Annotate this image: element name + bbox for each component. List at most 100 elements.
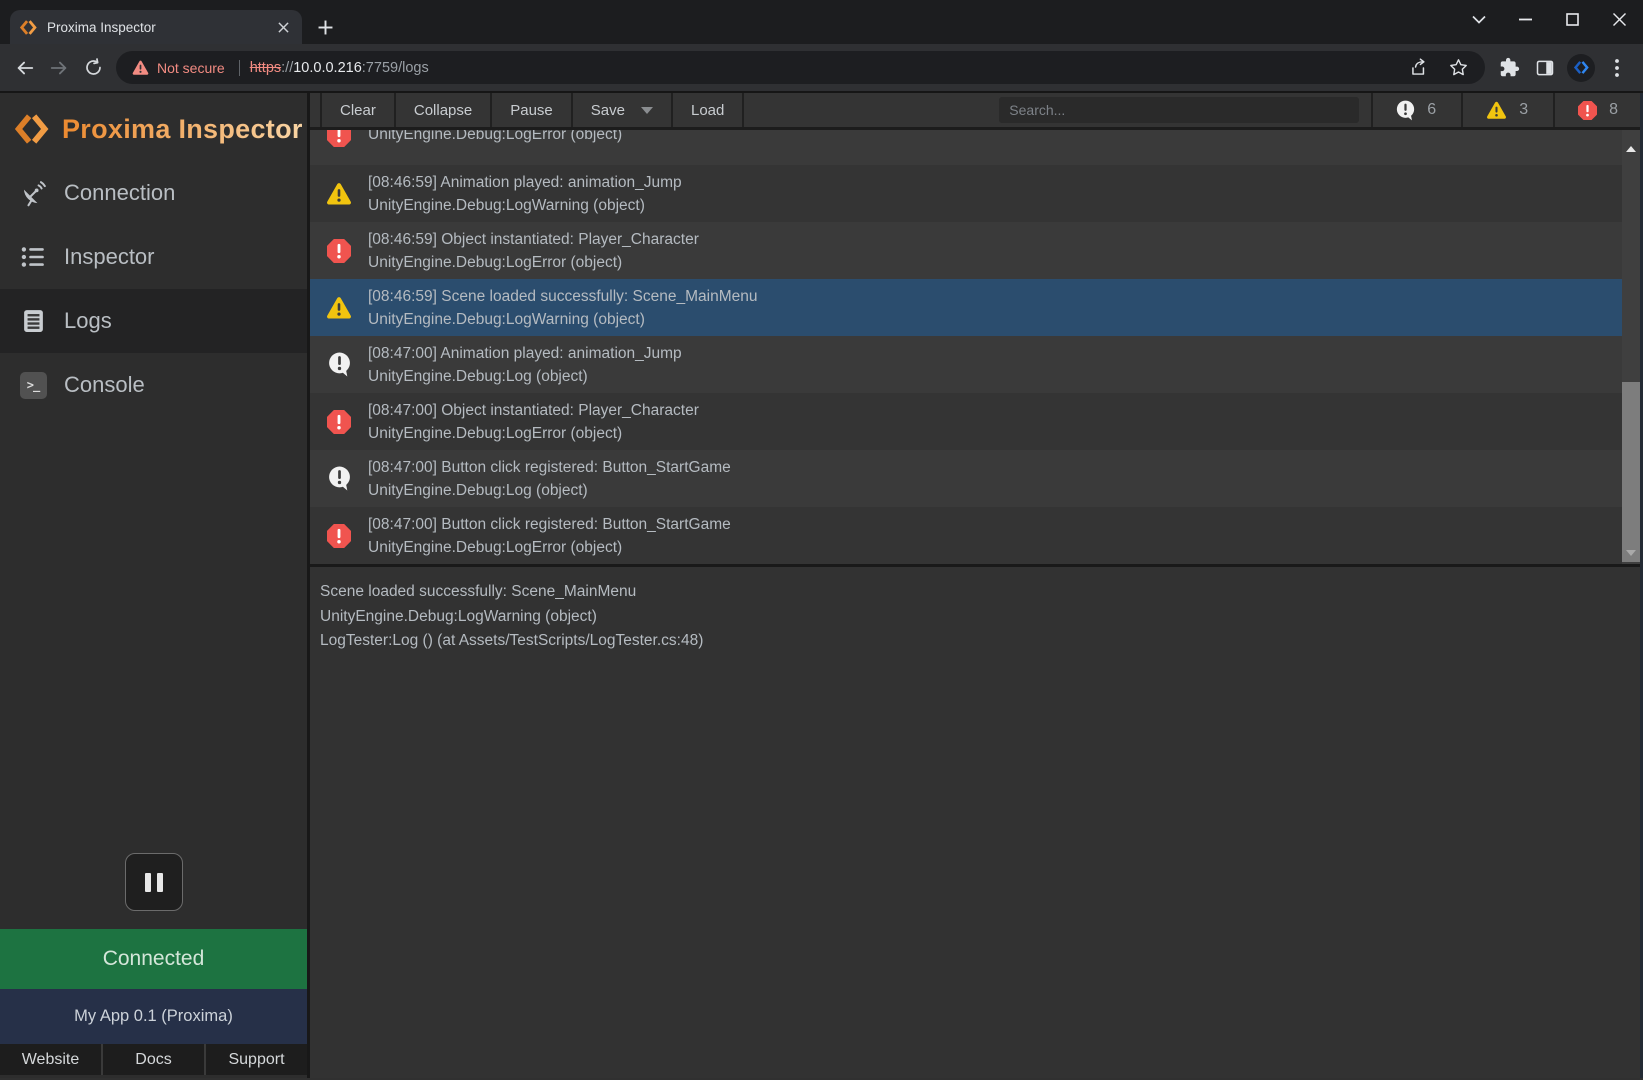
log-stacktrace: UnityEngine.Debug:Log (object) (368, 365, 682, 388)
log-row[interactable]: [08:47:00] Button click registered: Butt… (310, 507, 1622, 564)
scrollbar[interactable] (1622, 130, 1640, 564)
log-row[interactable]: [08:47:00] Button click registered: Butt… (310, 450, 1622, 507)
window-minimize-button[interactable] (1502, 0, 1549, 38)
new-tab-button[interactable] (310, 12, 340, 42)
app-info-badge: My App 0.1 (Proxima) (0, 989, 307, 1044)
app-logo: Proxima Inspector (0, 93, 307, 161)
log-stacktrace: UnityEngine.Debug:LogError (object) (368, 536, 731, 559)
tab-close-icon[interactable] (274, 18, 292, 36)
detail-line: Scene loaded successfully: Scene_MainMen… (320, 580, 1623, 605)
window-close-button[interactable] (1596, 0, 1643, 38)
info-icon (310, 352, 368, 377)
footer-link-support[interactable]: Support (204, 1044, 307, 1075)
log-row[interactable]: [08:46:59] Scene loaded successfully: Sc… (310, 279, 1622, 336)
sidebar-item-label: Logs (64, 308, 112, 334)
log-stacktrace: UnityEngine.Debug:LogWarning (object) (368, 194, 682, 217)
document-icon (18, 308, 48, 334)
bookmark-star-icon[interactable] (1448, 57, 1469, 78)
extensions-puzzle-icon[interactable] (1495, 54, 1523, 82)
back-button[interactable] (8, 51, 42, 85)
sidebar-item-logs[interactable]: Logs (0, 289, 307, 353)
info-count-badge[interactable]: 6 (1371, 93, 1461, 127)
log-stacktrace: UnityEngine.Debug:LogError (object) (368, 422, 699, 445)
log-row[interactable]: [08:47:00] Object instantiated: Player_C… (310, 393, 1622, 450)
error-count-badge[interactable]: 8 (1553, 93, 1643, 127)
sidebar-footer: Website Docs Support (0, 1044, 307, 1075)
log-message: [08:47:00] Animation played: animation_J… (368, 342, 682, 365)
warning-count: 3 (1519, 101, 1528, 119)
log-stacktrace: UnityEngine.Debug:LogWarning (object) (368, 308, 757, 331)
app-title: Proxima Inspector (62, 114, 303, 145)
warning-count-badge[interactable]: 3 (1461, 93, 1553, 127)
log-message: [08:46:59] Animation played: animation_J… (368, 171, 682, 194)
sidebar-item-label: Inspector (64, 244, 155, 270)
error-count: 8 (1609, 101, 1618, 119)
error-icon (310, 130, 368, 147)
load-button[interactable]: Load (671, 93, 744, 127)
error-icon (310, 410, 368, 434)
scrollbar-thumb[interactable] (1622, 382, 1640, 562)
sidebar-item-connection[interactable]: Connection (0, 161, 307, 225)
not-secure-warning-icon (132, 60, 149, 75)
log-message: [08:46:59] Scene loaded successfully: Sc… (368, 285, 757, 308)
log-row[interactable]: [08:46:59] Object instantiated: Player_C… (310, 222, 1622, 279)
pause-icon (145, 873, 151, 892)
warning-icon (310, 296, 368, 319)
sidebar-item-label: Connection (64, 180, 175, 206)
info-icon (310, 466, 368, 491)
error-icon (310, 239, 368, 263)
url-bar[interactable]: Not secure https://10.0.0.216:7759/logs (116, 51, 1485, 84)
info-count: 6 (1427, 101, 1436, 119)
clear-button[interactable]: Clear (320, 93, 394, 127)
log-row[interactable]: [08:47:00] Animation played: animation_J… (310, 336, 1622, 393)
pause-connection-button[interactable] (125, 853, 183, 911)
omnibox-divider (239, 60, 240, 76)
window-maximize-button[interactable] (1549, 0, 1596, 38)
log-list: UnityEngine.Debug:LogError (object) (310, 130, 1622, 564)
logs-toolbar: Clear Collapse Pause Save Load 6 (310, 93, 1643, 130)
sidebar-item-inspector[interactable]: Inspector (0, 225, 307, 289)
log-stacktrace: UnityEngine.Debug:LogError (object) (368, 130, 622, 146)
forward-button[interactable] (42, 51, 76, 85)
not-secure-label: Not secure (157, 60, 225, 76)
footer-link-website[interactable]: Website (0, 1044, 101, 1075)
proxima-favicon-icon (20, 19, 37, 36)
log-stacktrace: UnityEngine.Debug:LogError (object) (368, 251, 699, 274)
share-icon[interactable] (1409, 57, 1430, 78)
list-icon (18, 244, 48, 270)
browser-menu-icon[interactable] (1603, 54, 1631, 82)
search-input[interactable] (999, 97, 1359, 123)
pause-logs-button[interactable]: Pause (490, 93, 571, 127)
footer-link-docs[interactable]: Docs (101, 1044, 204, 1075)
reload-button[interactable] (76, 51, 110, 85)
save-button[interactable]: Save (571, 93, 671, 127)
tab-search-chevron-icon[interactable] (1455, 0, 1502, 38)
browser-addressbar: Not secure https://10.0.0.216:7759/logs (0, 44, 1643, 93)
tab-title: Proxima Inspector (47, 20, 274, 35)
scroll-up-arrow-icon[interactable] (1626, 146, 1636, 152)
collapse-button[interactable]: Collapse (394, 93, 490, 127)
log-message: [08:46:59] Object instantiated: Player_C… (368, 228, 699, 251)
log-detail-panel: Scene loaded successfully: Scene_MainMen… (310, 564, 1643, 1078)
log-row[interactable]: UnityEngine.Debug:LogError (object) (310, 130, 1622, 165)
scroll-down-arrow-icon[interactable] (1626, 550, 1636, 556)
sidebar-item-console[interactable]: >_ Console (0, 353, 307, 417)
proxima-extension-icon[interactable] (1567, 54, 1595, 82)
detail-line: UnityEngine.Debug:LogWarning (object) (320, 605, 1623, 630)
url-text: https://10.0.0.216:7759/logs (250, 60, 429, 76)
error-icon (310, 524, 368, 548)
connection-status-badge: Connected (0, 929, 307, 989)
browser-titlebar: Proxima Inspector (0, 0, 1643, 44)
browser-tab[interactable]: Proxima Inspector (10, 10, 302, 44)
logs-panel: Clear Collapse Pause Save Load 6 (310, 93, 1643, 1078)
satellite-dish-icon (18, 180, 48, 207)
save-dropdown-arrow-icon[interactable] (641, 107, 653, 114)
log-stacktrace: UnityEngine.Debug:Log (object) (368, 479, 731, 502)
log-message: [08:47:00] Object instantiated: Player_C… (368, 399, 699, 422)
log-message: [08:47:00] Button click registered: Butt… (368, 513, 731, 536)
log-row[interactable]: [08:46:59] Animation played: animation_J… (310, 165, 1622, 222)
detail-line: LogTester:Log () (at Assets/TestScripts/… (320, 629, 1623, 654)
sidebar: Proxima Inspector Connection (0, 93, 310, 1078)
side-panel-icon[interactable] (1531, 54, 1559, 82)
log-list-container: UnityEngine.Debug:LogError (object) (310, 130, 1643, 564)
